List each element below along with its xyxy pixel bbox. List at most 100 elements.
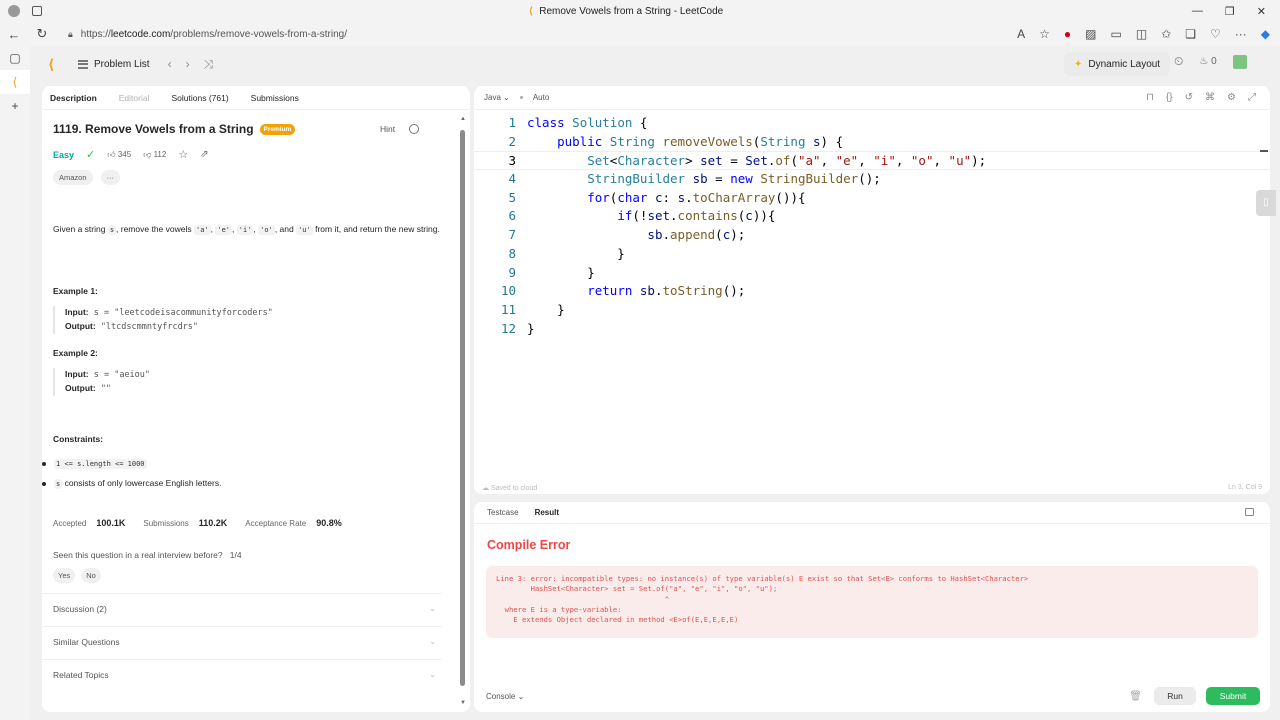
- example-1-input-label: Input:: [65, 307, 89, 317]
- vowel-e: 'e': [215, 225, 233, 235]
- panel-layout-icon[interactable]: [1245, 508, 1254, 516]
- copilot-icon[interactable]: ◆: [1261, 27, 1270, 41]
- bookmark-icon[interactable]: ⊓: [1146, 92, 1154, 103]
- editor-footer: ☁ Saved to cloud Ln 3, Col 9: [482, 484, 1262, 492]
- tab-submissions[interactable]: Submissions: [251, 93, 299, 103]
- result-footer: Console ⌄ 🗑︎ Run Submit: [474, 680, 1270, 712]
- format-braces-icon[interactable]: {}: [1166, 92, 1173, 103]
- collections-icon[interactable]: ❏: [1185, 27, 1196, 41]
- lock-icon: 🔒︎: [68, 28, 73, 39]
- yes-button[interactable]: Yes: [53, 568, 76, 583]
- reading-view-icon[interactable]: ▭: [1110, 27, 1121, 41]
- similar-questions-section[interactable]: Similar Questions ⌄: [42, 626, 442, 657]
- code-line: 10 return sb.toString();: [500, 283, 746, 299]
- submit-button[interactable]: Submit: [1206, 687, 1260, 705]
- leetcode-tab-icon[interactable]: ⟨: [0, 70, 30, 94]
- back-button[interactable]: ←: [0, 27, 28, 42]
- example-1-box: Input: s = "leetcodeisacommunityforcoder…: [53, 306, 273, 334]
- run-button[interactable]: Run: [1154, 687, 1196, 705]
- settings-gear-icon[interactable]: [409, 124, 420, 134]
- close-window-button[interactable]: ✕: [1257, 5, 1266, 18]
- tab-result[interactable]: Result: [535, 508, 559, 517]
- more-menu-icon[interactable]: ···: [1235, 27, 1247, 41]
- split-screen-icon[interactable]: ◫: [1136, 27, 1147, 41]
- cursor-position: Ln 3, Col 9: [1228, 484, 1262, 491]
- submissions-label: Submissions: [143, 519, 189, 528]
- favorites-icon[interactable]: ✩: [1161, 27, 1171, 41]
- discussion-section[interactable]: Discussion (2) ⌄: [42, 593, 442, 624]
- submissions-value: 110.2K: [198, 518, 228, 528]
- related-topics-section[interactable]: Related Topics ⌄: [42, 659, 442, 690]
- prev-problem-icon[interactable]: ‹: [168, 57, 172, 72]
- leetcode-logo[interactable]: ⟨: [48, 56, 64, 72]
- reload-button[interactable]: ↻: [28, 26, 56, 42]
- desc-and: , and: [274, 224, 297, 234]
- code-area[interactable]: 1 class Solution { 2 public String remove…: [474, 114, 1270, 338]
- extension-icon[interactable]: ▨: [1085, 27, 1096, 41]
- hint-button[interactable]: Hint: [380, 124, 395, 134]
- browser-essentials-icon[interactable]: ♡: [1210, 27, 1221, 41]
- like-button[interactable]: 👍︎ 345: [107, 150, 131, 160]
- tab-solutions[interactable]: Solutions (761): [171, 93, 228, 103]
- desc-text-2: , remove the vowels: [116, 224, 194, 234]
- problem-stats: Accepted 100.1K Submissions 110.2K Accepta…: [53, 518, 342, 528]
- settings-icon[interactable]: ⚙: [1227, 92, 1236, 103]
- company-tag[interactable]: Amazon: [53, 170, 93, 185]
- more-tags-button[interactable]: ···: [100, 170, 121, 185]
- scroll-up-icon[interactable]: ▲: [460, 116, 466, 122]
- side-note-button[interactable]: ▯: [1256, 190, 1276, 216]
- compile-error-message: Line 3: error: incompatible types: no in…: [486, 566, 1258, 638]
- workspaces-icon[interactable]: [32, 6, 42, 16]
- tab-description[interactable]: Description: [50, 93, 97, 103]
- minimize-button[interactable]: —: [1192, 5, 1203, 18]
- code-line: 9 }: [508, 264, 595, 280]
- chevron-down-icon: ⌄: [429, 637, 436, 646]
- vowel-a: 'a': [193, 225, 211, 235]
- problem-description: Given a string s, remove the vowels 'a',…: [53, 224, 440, 235]
- next-problem-icon[interactable]: ›: [186, 57, 190, 72]
- discussion-label: Discussion (2): [53, 604, 107, 614]
- favorite-star-icon[interactable]: ☆: [1039, 27, 1050, 41]
- constraints-title: Constraints:: [53, 434, 104, 444]
- saved-status: ☁ Saved to cloud: [482, 484, 537, 492]
- tab-editorial[interactable]: Editorial: [119, 93, 150, 103]
- fullscreen-icon[interactable]: ⤢: [1248, 92, 1256, 103]
- list-icon: [78, 59, 88, 69]
- code-line: 12}: [500, 320, 535, 336]
- language-select[interactable]: Java ⌄: [484, 93, 510, 102]
- cloud-icon: ☁: [482, 485, 489, 492]
- code-line: 2 public String removeVowels(String s) {: [508, 133, 844, 149]
- tab-actions-icon[interactable]: ▢: [0, 46, 30, 70]
- description-scrollbar[interactable]: ▲ ▼: [460, 116, 466, 706]
- share-icon[interactable]: ⇗: [200, 149, 208, 160]
- autocomplete-mode[interactable]: Auto: [533, 93, 549, 102]
- shuffle-icon[interactable]: ⤨: [204, 57, 214, 72]
- console-toggle[interactable]: Console ⌄: [486, 692, 524, 701]
- opera-extension-icon[interactable]: ●: [1064, 27, 1071, 41]
- new-tab-icon[interactable]: +: [0, 94, 30, 118]
- read-aloud-icon[interactable]: A: [1017, 27, 1025, 41]
- browser-sidebar: ▢ ⟨ +: [0, 46, 30, 720]
- tab-testcase[interactable]: Testcase: [487, 508, 519, 517]
- timer-icon[interactable]: ⏲: [1174, 54, 1183, 69]
- example-1-input: s = "leetcodeisacommunityforcoders": [93, 308, 273, 318]
- shortcut-icon[interactable]: ⌘: [1205, 92, 1215, 103]
- reset-icon[interactable]: ↺: [1185, 92, 1193, 103]
- leetcode-favicon: ⟨: [528, 5, 534, 17]
- star-icon[interactable]: ☆: [178, 148, 188, 161]
- dislike-button[interactable]: 👎︎ 112: [143, 150, 166, 160]
- maximize-button[interactable]: ❐: [1225, 5, 1235, 18]
- problem-list-button[interactable]: Problem List: [78, 59, 150, 70]
- no-button[interactable]: No: [81, 568, 101, 583]
- scroll-down-icon[interactable]: ▼: [460, 700, 466, 706]
- dynamic-layout-button[interactable]: ✦ Dynamic Layout: [1064, 52, 1171, 76]
- trash-icon[interactable]: 🗑︎: [1129, 691, 1142, 702]
- problem-title-row: 1119. Remove Vowels from a String Premiu…: [53, 122, 296, 136]
- avatar[interactable]: [1232, 54, 1247, 69]
- scroll-thumb[interactable]: [460, 130, 465, 686]
- browser-title-bar: ⟨ Remove Vowels from a String - LeetCode…: [0, 0, 1280, 22]
- url-field[interactable]: 🔒︎ https://leetcode.com/problems/remove-…: [60, 23, 1000, 45]
- streak-counter[interactable]: ♨ 0: [1199, 56, 1216, 67]
- profile-icon[interactable]: [8, 5, 20, 17]
- example-2-box: Input: s = "aeiou" Output: "": [53, 368, 150, 396]
